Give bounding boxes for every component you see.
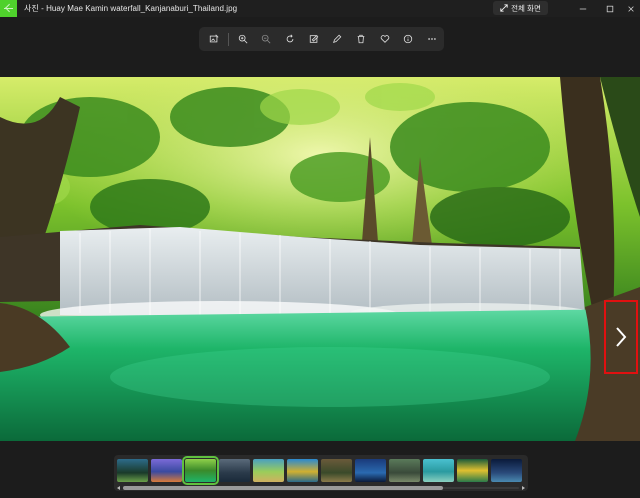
toolbar-divider	[227, 32, 229, 46]
minimize-icon	[579, 8, 587, 9]
more-options-icon	[428, 38, 436, 40]
scroll-right-icon[interactable]	[522, 486, 525, 490]
favorite-heart-icon	[380, 35, 390, 43]
thumbnail[interactable]	[389, 459, 420, 482]
thumbnail[interactable]	[287, 459, 318, 482]
rotate-icon	[286, 34, 294, 43]
draw-button[interactable]	[326, 29, 350, 49]
next-photo-button[interactable]	[604, 300, 638, 374]
expand-icon	[500, 4, 508, 12]
minimize-button[interactable]	[569, 0, 597, 17]
rotate-button[interactable]	[278, 29, 302, 49]
thumbnail[interactable]	[355, 459, 386, 482]
thumbnail[interactable]	[457, 459, 488, 482]
back-arrow-icon	[4, 7, 13, 10]
close-button[interactable]	[622, 0, 640, 17]
filmstrip	[114, 455, 528, 491]
edit-image-button[interactable]	[202, 29, 226, 49]
scroll-thumb[interactable]	[123, 486, 443, 490]
thumbnail[interactable]	[219, 459, 250, 482]
thumbnail[interactable]	[253, 459, 284, 482]
maximize-icon	[606, 5, 614, 12]
back-button[interactable]	[0, 0, 17, 17]
draw-icon	[333, 34, 342, 43]
thumbnail[interactable]	[117, 459, 148, 482]
favorite-button[interactable]	[373, 29, 397, 49]
window-title: 사진 - Huay Mae Kamin waterfall_Kanjanabur…	[24, 4, 238, 13]
filmstrip-scrollbar[interactable]	[117, 486, 525, 490]
delete-button[interactable]	[349, 29, 373, 49]
edit-image-icon	[209, 34, 219, 43]
zoom-in-button[interactable]	[231, 29, 255, 49]
close-icon	[628, 5, 634, 12]
thumbnail-selected[interactable]	[182, 456, 219, 485]
maximize-button[interactable]	[596, 0, 624, 17]
thumbnail[interactable]	[151, 459, 182, 482]
delete-icon	[357, 34, 365, 44]
fullscreen-button[interactable]: 전체 화면	[493, 1, 548, 15]
thumbnail[interactable]	[491, 459, 522, 482]
zoom-out-button[interactable]	[254, 29, 278, 49]
chevron-right-icon	[616, 327, 627, 347]
thumbnail[interactable]	[321, 459, 352, 482]
zoom-out-icon	[262, 34, 271, 44]
info-icon	[404, 34, 413, 44]
waterfall-photo	[0, 77, 640, 441]
thumbnail[interactable]	[423, 459, 454, 482]
crop-edit-button[interactable]	[302, 29, 326, 49]
scroll-left-icon[interactable]	[117, 486, 120, 490]
fullscreen-label: 전체 화면	[511, 3, 541, 13]
thumbnail-list	[117, 456, 522, 485]
toolbar	[199, 27, 444, 51]
info-button[interactable]	[397, 29, 421, 49]
crop-edit-icon	[309, 35, 318, 43]
zoom-in-icon	[238, 34, 247, 44]
photo-viewport[interactable]	[0, 77, 640, 441]
more-options-button[interactable]	[420, 29, 444, 49]
